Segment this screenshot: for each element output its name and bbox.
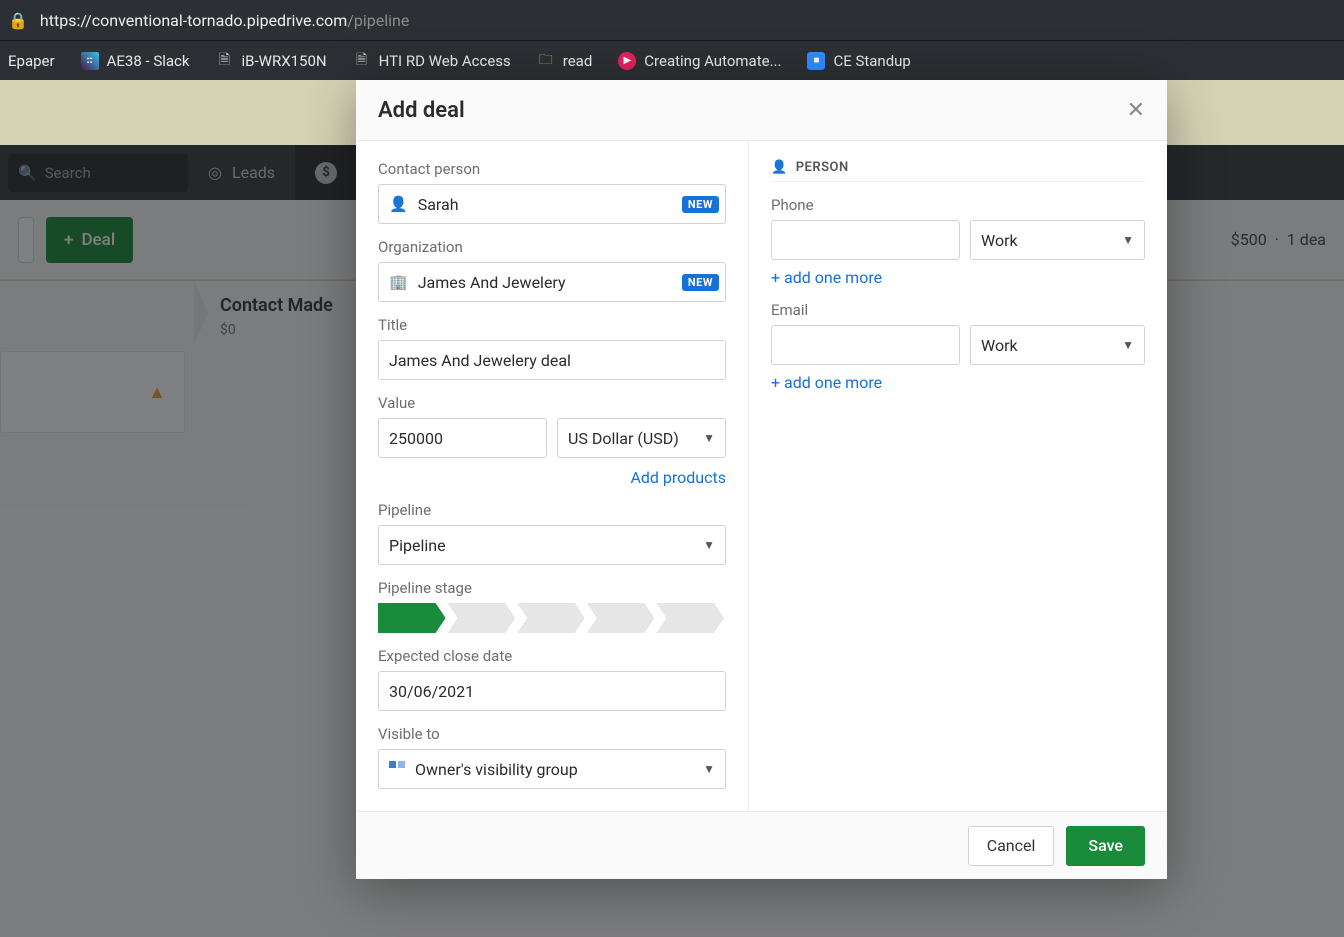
modal-header: Add deal ✕ <box>356 80 1167 141</box>
new-badge: NEW <box>682 196 719 213</box>
close-icon[interactable]: ✕ <box>1127 98 1145 123</box>
chevron-down-icon: ▼ <box>1122 338 1134 352</box>
bookmarks-bar: Epaper ::AE38 - Slack 🗎iB-WRX150N 🗎HTI R… <box>0 40 1344 80</box>
label-title: Title <box>378 316 726 334</box>
modal-footer: Cancel Save <box>356 811 1167 879</box>
grid-icon <box>389 761 405 777</box>
person-section-head: 👤 PERSON <box>771 160 1145 182</box>
modal-right-col: 👤 PERSON Phone Work ▼ + add one more Ema… <box>749 141 1167 811</box>
label-phone: Phone <box>771 196 1145 214</box>
chevron-down-icon: ▼ <box>1122 233 1134 247</box>
url-host: https://conventional-tornado.pipedrive.c… <box>40 11 347 30</box>
url[interactable]: https://conventional-tornado.pipedrive.c… <box>40 11 409 30</box>
title-input[interactable]: James And Jewelery deal <box>378 340 726 380</box>
browser-address-bar: 🔒 https://conventional-tornado.pipedrive… <box>0 0 1344 40</box>
video-icon: ■ <box>807 52 825 70</box>
label-value: Value <box>378 394 726 412</box>
email-type-select[interactable]: Work ▼ <box>970 325 1145 365</box>
org-input[interactable]: 🏢 James And Jewelery NEW <box>378 262 726 302</box>
close-date-input[interactable]: 30/06/2021 <box>378 671 726 711</box>
person-icon: 👤 <box>389 195 408 213</box>
bookmark-ibwrx[interactable]: 🗎iB-WRX150N <box>212 50 331 72</box>
page-icon: 🗎 <box>353 52 371 70</box>
url-path: /pipeline <box>347 11 409 30</box>
stage-selector[interactable] <box>378 603 726 633</box>
lock-icon: 🔒 <box>8 11 28 30</box>
visible-select[interactable]: Owner's visibility group ▼ <box>378 749 726 789</box>
stage-1[interactable] <box>378 603 446 633</box>
new-badge: NEW <box>682 274 719 291</box>
building-icon: 🏢 <box>389 273 408 291</box>
chevron-down-icon: ▼ <box>703 762 715 776</box>
currency-select[interactable]: US Dollar (USD) ▼ <box>557 418 726 458</box>
label-pipeline: Pipeline <box>378 501 726 519</box>
stage-2[interactable] <box>448 603 516 633</box>
save-button[interactable]: Save <box>1066 826 1145 866</box>
bookmark-slack[interactable]: ::AE38 - Slack <box>77 50 194 72</box>
label-close-date: Expected close date <box>378 647 726 665</box>
bookmark-automate[interactable]: ▶Creating Automate... <box>614 50 785 72</box>
value-input[interactable]: 250000 <box>378 418 547 458</box>
cancel-button[interactable]: Cancel <box>968 826 1055 866</box>
phone-type-select[interactable]: Work ▼ <box>970 220 1145 260</box>
stage-5[interactable] <box>656 603 724 633</box>
play-icon: ▶ <box>618 52 636 70</box>
add-email-link[interactable]: + add one more <box>771 373 1145 392</box>
bookmark-read[interactable]: 🗀read <box>533 50 597 72</box>
label-email: Email <box>771 301 1145 319</box>
chevron-down-icon: ▼ <box>703 431 715 445</box>
phone-input[interactable] <box>771 220 960 260</box>
slack-icon: :: <box>81 52 99 70</box>
label-contact: Contact person <box>378 160 726 178</box>
modal-left-col: Contact person 👤 Sarah NEW Organization … <box>356 141 749 811</box>
add-products-link[interactable]: Add products <box>378 468 726 487</box>
chevron-down-icon: ▼ <box>703 538 715 552</box>
bookmark-hti[interactable]: 🗎HTI RD Web Access <box>349 50 515 72</box>
add-deal-modal: Add deal ✕ Contact person 👤 Sarah NEW Or… <box>356 80 1167 879</box>
add-phone-link[interactable]: + add one more <box>771 268 1145 287</box>
page-icon: 🗎 <box>216 52 234 70</box>
folder-icon: 🗀 <box>537 52 555 70</box>
stage-3[interactable] <box>517 603 585 633</box>
stage-4[interactable] <box>587 603 655 633</box>
modal-title: Add deal <box>378 98 465 123</box>
bookmark-standup[interactable]: ■CE Standup <box>803 50 914 72</box>
person-icon: 👤 <box>771 160 788 175</box>
label-stage: Pipeline stage <box>378 579 726 597</box>
contact-input[interactable]: 👤 Sarah NEW <box>378 184 726 224</box>
email-input[interactable] <box>771 325 960 365</box>
label-visible: Visible to <box>378 725 726 743</box>
label-org: Organization <box>378 238 726 256</box>
pipeline-select[interactable]: Pipeline ▼ <box>378 525 726 565</box>
bookmark-epaper[interactable]: Epaper <box>4 50 59 72</box>
